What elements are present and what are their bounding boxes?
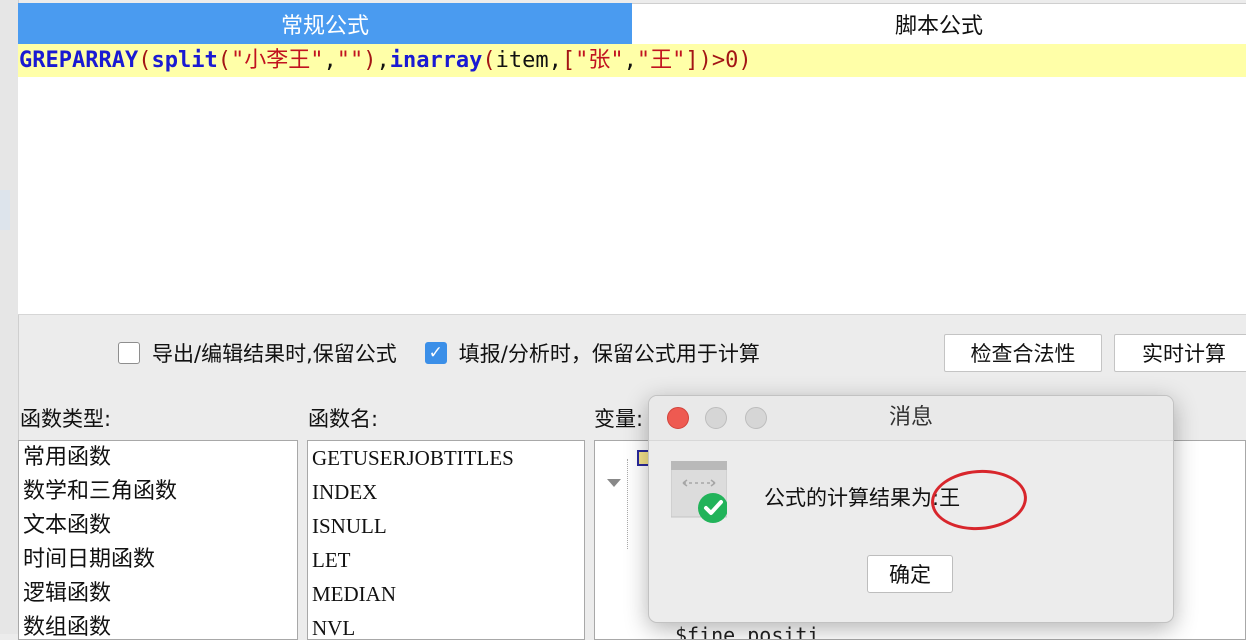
formula-editor[interactable]: GREPARRAY(split("小李王",""),inarray(item,[… — [18, 44, 1246, 315]
func-type-label: 函数类型: — [20, 407, 112, 431]
tree-guide-line — [627, 459, 629, 549]
list-item[interactable]: GETUSERJOBTITLES — [308, 441, 584, 475]
check-validity-button[interactable]: 检查合法性 — [944, 334, 1102, 372]
formula-token: item, — [495, 48, 562, 73]
list-item[interactable]: 时间日期函数 — [19, 543, 297, 577]
formula-token: , — [323, 48, 337, 73]
formula-token: inarray — [389, 48, 483, 73]
formula-token: , — [376, 48, 390, 73]
formula-token: "小李王" — [230, 48, 324, 73]
message-dialog: 消息 公式的计算结果为:王 确定 — [648, 395, 1174, 623]
export-keep-option[interactable]: 导出/编辑结果时,保留公式 — [118, 338, 397, 368]
export-keep-checkbox[interactable] — [118, 342, 140, 364]
formula-token: "张" — [575, 48, 624, 73]
options-row: 导出/编辑结果时,保留公式 ✓ 填报/分析时，保留公式用于计算 — [118, 338, 788, 368]
formula-token: ) — [738, 48, 752, 73]
formula-token: ] — [685, 48, 699, 73]
formula-token: , — [623, 48, 637, 73]
fill-keep-checkbox[interactable]: ✓ — [424, 342, 447, 364]
list-item[interactable]: LET — [308, 543, 584, 577]
formula-token: ) — [698, 48, 712, 73]
left-edge-mark — [0, 190, 10, 230]
realtime-calc-button[interactable]: 实时计算 — [1114, 334, 1246, 372]
list-item[interactable]: MEDIAN — [308, 577, 584, 611]
list-item[interactable]: INDEX — [308, 475, 584, 509]
formula-token: ( — [482, 48, 496, 73]
dialog-title: 消息 — [888, 405, 933, 430]
list-item[interactable]: NVL — [308, 611, 584, 639]
formula-token: GREPARRAY — [19, 48, 139, 73]
fill-keep-label: 填报/分析时，保留公式用于计算 — [458, 342, 760, 366]
var-label: 变量: — [594, 407, 644, 431]
list-item[interactable]: 常用函数 — [19, 441, 297, 475]
list-item[interactable]: 数组函数 — [19, 611, 297, 639]
formula-token: "王" — [636, 48, 686, 73]
tab-regular-formula[interactable]: 常规公式 — [18, 3, 632, 44]
dialog-titlebar: 消息 — [649, 396, 1173, 441]
list-item[interactable]: 逻辑函数 — [19, 577, 297, 611]
list-item[interactable]: ISNULL — [308, 509, 584, 543]
formula-token: split — [151, 48, 218, 73]
ok-button[interactable]: 确定 — [867, 555, 953, 593]
tab-script-formula[interactable]: 脚本公式 — [632, 3, 1246, 44]
formula-token: ) — [363, 48, 377, 73]
formula-token: ( — [217, 48, 231, 73]
func-name-list[interactable]: GETUSERJOBTITLES INDEX ISNULL LET MEDIAN… — [307, 440, 585, 640]
fill-keep-option[interactable]: ✓ 填报/分析时，保留公式用于计算 — [424, 338, 760, 368]
func-type-list[interactable]: 常用函数 数学和三角函数 文本函数 时间日期函数 逻辑函数 数组函数 — [18, 440, 298, 640]
left-edge-strip — [0, 0, 19, 634]
formula-tabs: 常规公式 脚本公式 — [18, 3, 1246, 44]
export-keep-label: 导出/编辑结果时,保留公式 — [152, 342, 397, 366]
func-name-label: 函数名: — [308, 407, 379, 431]
formula-token: "" — [336, 48, 364, 73]
formula-line[interactable]: GREPARRAY(split("小李王",""),inarray(item,[… — [18, 44, 1246, 77]
variable-item[interactable]: $fine_positi — [675, 623, 820, 639]
list-item[interactable]: 文本函数 — [19, 509, 297, 543]
success-document-icon — [671, 461, 727, 523]
formula-token: [ — [561, 48, 576, 73]
formula-token: ( — [138, 48, 152, 73]
tree-expand-arrow-icon[interactable] — [607, 479, 621, 487]
formula-token: >0 — [711, 48, 739, 73]
list-item[interactable]: 数学和三角函数 — [19, 475, 297, 509]
